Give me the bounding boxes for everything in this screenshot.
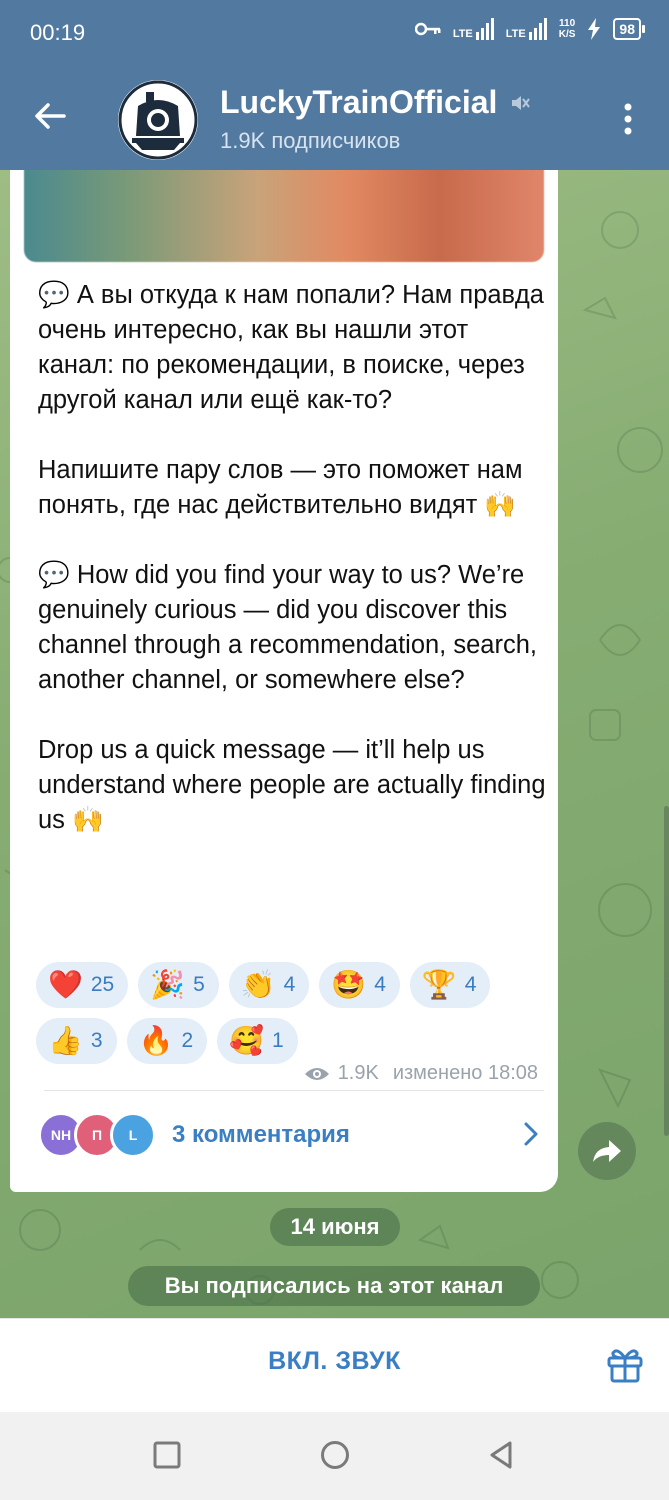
party-popper-icon: 🎉 <box>150 969 186 1000</box>
commenter-avatars: NH П L <box>38 1112 158 1158</box>
back-arrow-icon[interactable] <box>30 96 70 136</box>
star-struck-icon: 🤩 <box>331 969 367 1000</box>
clap-icon: 👏 <box>240 969 276 1000</box>
reaction-heart[interactable]: ❤️ 25 <box>36 962 129 1008</box>
eye-icon <box>304 1067 329 1080</box>
speed-unit: K/S <box>558 29 576 40</box>
gift-icon[interactable] <box>605 1345 645 1385</box>
lte-signal-2: LTE <box>506 18 547 40</box>
post-text: 💬 А вы откуда к нам попали? Нам правда о… <box>38 281 546 834</box>
reactions-bar: ❤️ 25 🎉 5 👏 4 🤩 4 🏆 4 👍 3 🔥 2 🥰 1 <box>36 962 546 1064</box>
lte-signal-1: LTE <box>453 18 494 40</box>
channel-title[interactable]: LuckyTrainOfficial <box>220 84 531 121</box>
back-triangle-icon[interactable] <box>486 1440 516 1470</box>
subscriber-count: 1.9K подписчиков <box>220 128 401 153</box>
signal-bars-icon <box>475 18 494 40</box>
reaction-count: 1 <box>272 1029 284 1052</box>
fire-icon: 🔥 <box>138 1025 174 1056</box>
network-speed: 110 K/S <box>559 18 576 40</box>
reaction-trophy[interactable]: 🏆 4 <box>409 962 491 1008</box>
reaction-count: 2 <box>181 1029 194 1052</box>
lte-label-2: LTE <box>505 28 526 40</box>
service-message: Вы подписались на этот канал <box>128 1266 540 1306</box>
reaction-smiling-hearts[interactable]: 🥰 1 <box>217 1018 298 1064</box>
train-logo-icon <box>118 80 198 160</box>
reaction-count: 3 <box>90 1029 103 1052</box>
home-icon[interactable] <box>320 1440 350 1470</box>
post-meta: 1.9K изменено 18:08 <box>304 1062 538 1085</box>
recent-apps-icon[interactable] <box>152 1440 182 1470</box>
post-media-image[interactable] <box>24 170 544 262</box>
reaction-count: 4 <box>283 973 296 996</box>
channel-post[interactable]: 💬 А вы откуда к нам попали? Нам правда о… <box>10 170 558 1192</box>
share-arrow-icon <box>593 1140 621 1162</box>
more-menu-icon[interactable] <box>623 102 633 136</box>
smiling-hearts-icon: 🥰 <box>229 1025 264 1056</box>
edited-time: изменено 18:08 <box>392 1062 538 1084</box>
reaction-star-struck[interactable]: 🤩 4 <box>319 962 400 1008</box>
view-count: 1.9K <box>337 1062 379 1084</box>
chevron-right-icon <box>524 1122 538 1146</box>
channel-name: LuckyTrainOfficial <box>220 84 498 120</box>
reaction-clap[interactable]: 👏 4 <box>228 962 310 1008</box>
date-chip: 14 июня <box>270 1208 400 1246</box>
unmute-button[interactable]: ВКЛ. ЗВУК <box>0 1347 669 1376</box>
reaction-thumbs-up[interactable]: 👍 3 <box>36 1018 117 1064</box>
comments-label: 3 комментария <box>172 1121 350 1148</box>
scrollbar[interactable] <box>664 806 669 1136</box>
channel-avatar[interactable] <box>118 80 198 160</box>
status-time: 00:19 <box>30 20 86 45</box>
charging-icon <box>588 18 601 40</box>
avatar: L <box>110 1112 156 1158</box>
reaction-count: 5 <box>193 973 205 996</box>
heart-icon: ❤️ <box>48 969 83 1000</box>
bottom-bar: ВКЛ. ЗВУК <box>0 1318 669 1412</box>
key-icon <box>414 22 441 36</box>
trophy-icon: 🏆 <box>421 969 457 1000</box>
muted-speaker-icon <box>512 95 531 110</box>
chat-area[interactable]: 💬 А вы откуда к нам попали? Нам правда о… <box>0 170 669 1318</box>
signal-bars-icon-2 <box>528 18 547 40</box>
reaction-count: 25 <box>90 973 115 996</box>
battery-indicator: 98 <box>613 18 645 40</box>
lte-label-1: LTE <box>452 28 473 40</box>
speed-value: 110 <box>559 18 576 29</box>
status-icons: LTE LTE 110 K/S 98 <box>414 18 645 40</box>
share-button[interactable] <box>578 1122 636 1180</box>
reaction-fire[interactable]: 🔥 2 <box>126 1018 208 1064</box>
reaction-count: 4 <box>464 973 477 996</box>
chat-header: LuckyTrainOfficial 1.9K подписчиков <box>0 66 669 170</box>
thumbs-up-icon: 👍 <box>48 1025 83 1056</box>
status-bar: 00:19 LTE LTE 110 K/S 98 <box>0 0 669 66</box>
divider <box>44 1090 544 1091</box>
reaction-party[interactable]: 🎉 5 <box>138 962 219 1008</box>
system-navigation-bar <box>0 1412 669 1500</box>
reaction-count: 4 <box>374 973 386 996</box>
comments-button[interactable]: NH П L 3 комментария <box>38 1108 546 1162</box>
